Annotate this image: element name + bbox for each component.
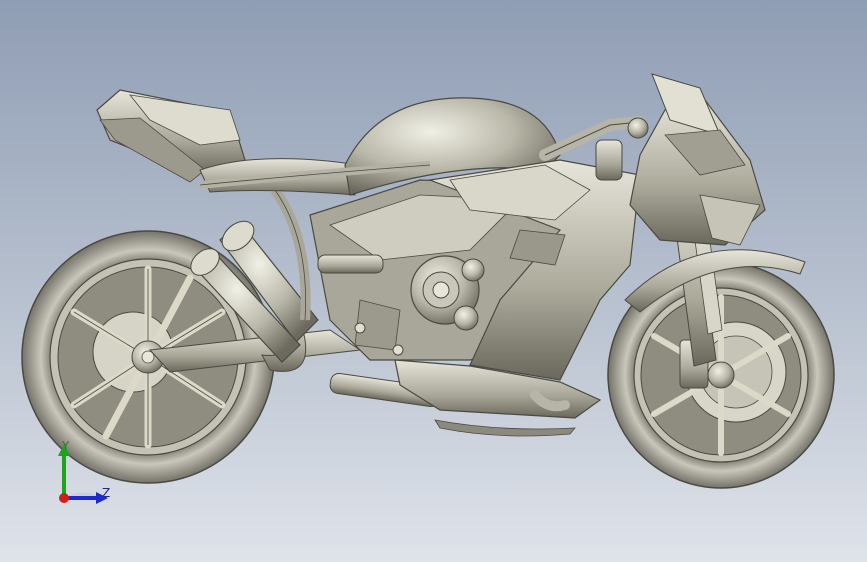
triad-axes-icon <box>58 444 108 504</box>
coordinate-triad: Y Z <box>40 438 130 518</box>
z-axis-label: Z <box>102 486 111 500</box>
x-axis-dot <box>59 493 69 503</box>
front-hub <box>707 361 735 389</box>
front-fairing[interactable] <box>629 73 766 246</box>
cad-graphics-viewport[interactable]: Y Z <box>0 0 867 562</box>
motorcycle-model[interactable] <box>0 0 867 562</box>
rear-shock <box>317 254 384 274</box>
y-axis-label: Y <box>62 439 70 453</box>
